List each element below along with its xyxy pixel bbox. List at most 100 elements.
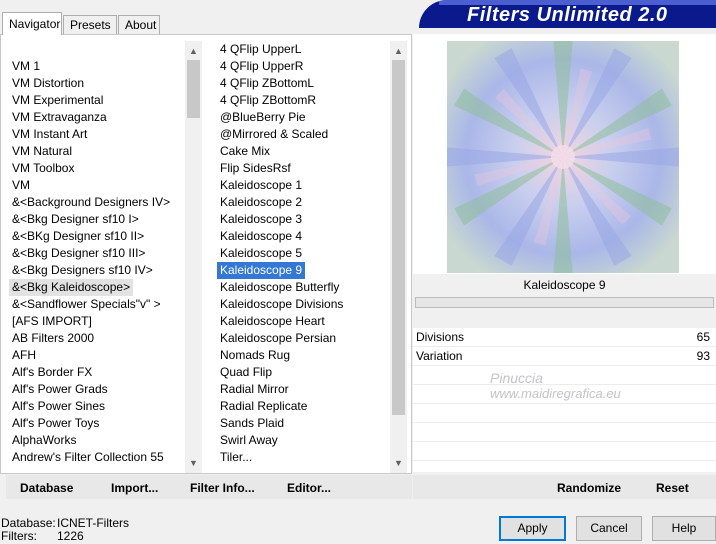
filter-list-item[interactable]: Swirl Away <box>217 433 278 447</box>
category-scrollbar[interactable]: ▲ ▼ <box>185 41 202 473</box>
category-list-item[interactable]: [AFS IMPORT] <box>9 314 92 328</box>
filter-list-item[interactable]: Nomads Rug <box>217 348 290 362</box>
filters-status-label: Filters: <box>1 529 37 543</box>
filter-info-button-label: Filter Info... <box>190 481 255 495</box>
param-label: Variation <box>416 349 463 363</box>
filters-status-value: 1226 <box>57 529 84 543</box>
filter-list-item[interactable]: Cake Mix <box>217 144 270 158</box>
navigator-panel: VM 1 VM Distortion VM Experimental VM Extra… <box>0 34 412 474</box>
cancel-button[interactable]: Cancel <box>576 516 642 541</box>
import-button[interactable]: Import... <box>111 475 158 499</box>
kaleidoscope-preview-graphic <box>447 41 679 273</box>
category-list-item[interactable]: VM Natural <box>9 144 72 158</box>
category-list-item[interactable]: &<Bkg Designer sf10 I> <box>9 212 139 226</box>
navigator-button-row: Database Import... Filter Info... Editor… <box>6 475 412 499</box>
selected-filter-name: Kaleidoscope 9 <box>413 275 716 296</box>
category-list-item[interactable]: AB Filters 2000 <box>9 331 94 345</box>
apply-button[interactable]: Apply <box>499 516 566 541</box>
tab-strip: Navigator Presets About <box>0 0 420 35</box>
category-list-item[interactable]: VM 1 <box>9 59 40 73</box>
filter-scrollbar[interactable]: ▲ ▼ <box>390 41 407 473</box>
category-list-item[interactable]: VM Distortion <box>9 76 84 90</box>
param-row-empty <box>413 423 716 442</box>
preview-area <box>413 34 716 274</box>
category-list-item[interactable]: VM Experimental <box>9 93 103 107</box>
database-button-label: Database <box>20 481 74 495</box>
watermark-line: www.maidiregrafica.eu <box>490 386 621 401</box>
category-list-item[interactable]: AlphaWorks <box>9 433 76 447</box>
category-list-item[interactable]: &<Sandflower Specials"v" > <box>9 297 161 311</box>
filter-list-item[interactable]: @BlueBerry Pie <box>217 110 306 124</box>
category-scroll-thumb[interactable] <box>187 60 200 118</box>
category-list-item[interactable]: VM Extravaganza <box>9 110 107 124</box>
scroll-down-icon[interactable]: ▼ <box>390 455 407 472</box>
randomize-button[interactable]: Randomize <box>557 475 621 499</box>
category-list-item[interactable]: Alf's Power Toys <box>9 416 99 430</box>
filter-list-item[interactable]: 4 QFlip UpperR <box>217 59 303 73</box>
help-button[interactable]: Help <box>652 516 716 541</box>
tab-about[interactable]: About <box>118 15 160 34</box>
param-row-empty <box>413 442 716 461</box>
tab-navigator[interactable]: Navigator <box>2 12 62 35</box>
filter-list-item[interactable]: Kaleidoscope 5 <box>217 246 302 260</box>
tab-presets[interactable]: Presets <box>63 15 117 34</box>
category-list-item[interactable]: &<Bkg Kaleidoscope> <box>9 279 134 296</box>
watermark-line: Pinuccia <box>490 370 543 386</box>
preview-image <box>447 41 679 273</box>
category-list-item[interactable]: &<Bkg Designers sf10 IV> <box>9 263 153 277</box>
filter-list-item[interactable]: Kaleidoscope Butterfly <box>217 280 339 294</box>
filter-list-item[interactable]: Kaleidoscope Divisions <box>217 297 343 311</box>
category-list-item[interactable]: VM <box>9 178 30 192</box>
filter-list-item[interactable]: Kaleidoscope 4 <box>217 229 302 243</box>
category-list[interactable]: VM 1 VM Distortion VM Experimental VM Extra… <box>9 58 185 470</box>
filter-list-item[interactable]: Kaleidoscope 9 <box>217 262 306 279</box>
filter-list-item[interactable]: 4 QFlip ZBottomR <box>217 93 316 107</box>
category-list-item[interactable]: &<Background Designers IV> <box>9 195 170 209</box>
category-list-item[interactable]: AFH <box>9 348 36 362</box>
database-status-value: ICNET-Filters <box>57 516 129 530</box>
database-button[interactable]: Database <box>20 475 73 499</box>
progress-bar <box>415 297 714 308</box>
category-list-item[interactable]: VM Toolbox <box>9 161 74 175</box>
filter-scroll-thumb[interactable] <box>392 60 405 415</box>
filter-list-item[interactable]: Kaleidoscope 3 <box>217 212 302 226</box>
category-list-item[interactable]: Alf's Power Grads <box>9 382 108 396</box>
filter-list-item[interactable]: Tiler... <box>217 450 252 464</box>
filter-list-item[interactable]: Kaleidoscope 2 <box>217 195 302 209</box>
filter-list[interactable]: 4 QFlip UpperL 4 QFlip UpperR 4 QFlip ZBot… <box>217 41 389 473</box>
scroll-up-icon[interactable]: ▲ <box>390 43 407 60</box>
filter-list-item[interactable]: 4 QFlip UpperL <box>217 42 301 56</box>
filter-list-item[interactable]: Radial Replicate <box>217 399 307 413</box>
editor-button-label: Editor... <box>287 481 332 495</box>
filter-list-item[interactable]: Sands Plaid <box>217 416 284 430</box>
filter-list-item[interactable]: Flip SidesRsf <box>217 161 291 175</box>
editor-button[interactable]: Editor... <box>287 475 331 499</box>
scroll-up-icon[interactable]: ▲ <box>185 43 202 60</box>
category-list-item[interactable]: Alf's Border FX <box>9 365 92 379</box>
param-row-divisions[interactable]: Divisions 65 <box>413 328 716 347</box>
scroll-down-icon[interactable]: ▼ <box>185 455 202 472</box>
category-list-item[interactable]: VM Instant Art <box>9 127 87 141</box>
param-value[interactable]: 93 <box>697 347 710 365</box>
filter-list-item[interactable]: Kaleidoscope Persian <box>217 331 336 345</box>
reset-button[interactable]: Reset <box>656 475 689 499</box>
import-button-label: Import... <box>111 481 159 495</box>
filter-list-item[interactable]: 4 QFlip ZBottomL <box>217 76 314 90</box>
param-value[interactable]: 65 <box>697 328 710 346</box>
param-row-variation[interactable]: Variation 93 <box>413 347 716 366</box>
category-list-item[interactable]: &<Bkg Designer sf10 III> <box>9 246 145 260</box>
database-status-label: Database: <box>1 516 56 530</box>
category-list-item[interactable]: Alf's Power Sines <box>9 399 105 413</box>
param-label: Divisions <box>416 330 465 344</box>
filter-list-item[interactable]: Kaleidoscope 1 <box>217 178 302 192</box>
category-list-item[interactable]: Andrew's Filter Collection 55 <box>9 450 164 464</box>
filter-list-item[interactable]: Radial Mirror <box>217 382 289 396</box>
filter-list-item[interactable]: Quad Flip <box>217 365 272 379</box>
filter-info-button[interactable]: Filter Info... <box>190 475 255 499</box>
category-list-item[interactable]: &<BKg Designer sf10 II> <box>9 229 144 243</box>
filter-list-item[interactable]: @Mirrored & Scaled <box>217 127 328 141</box>
filter-list-item[interactable]: Kaleidoscope Heart <box>217 314 325 328</box>
banner-title: Filters Unlimited 2.0 <box>467 4 668 26</box>
param-row-empty <box>413 404 716 423</box>
app-banner: Filters Unlimited 2.0 <box>419 0 716 28</box>
